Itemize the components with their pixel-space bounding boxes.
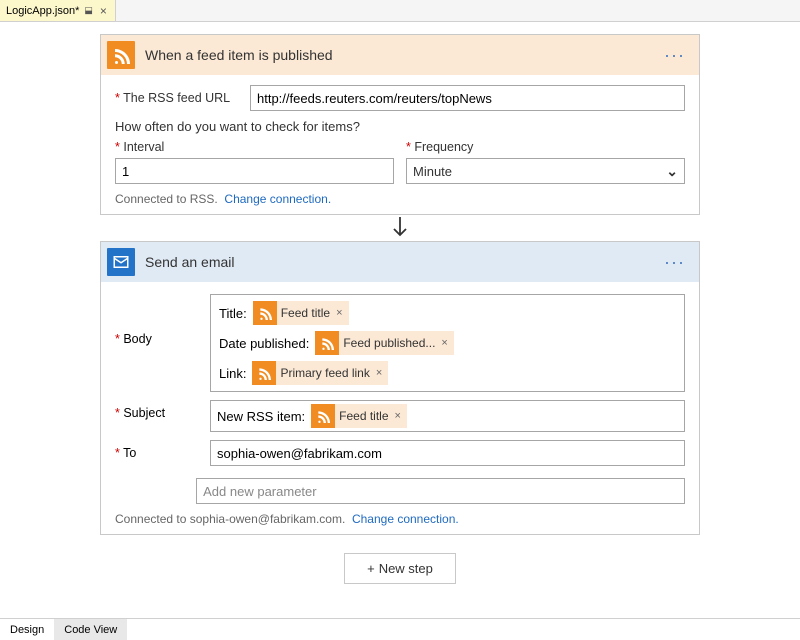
rss-icon	[107, 41, 135, 69]
trigger-header[interactable]: When a feed item is published ···	[101, 35, 699, 75]
add-parameter-select[interactable]: Add new parameter	[196, 478, 685, 504]
rss-icon	[252, 361, 276, 385]
subject-input[interactable]: New RSS item: Feed title ×	[210, 400, 685, 432]
to-input[interactable]	[210, 440, 685, 466]
trigger-change-connection-link[interactable]: Change connection.	[224, 192, 331, 206]
plus-icon: +	[367, 561, 375, 576]
tab-design[interactable]: Design	[0, 619, 54, 640]
token-feed-title-subject[interactable]: Feed title ×	[311, 404, 407, 428]
token-feed-title[interactable]: Feed title ×	[253, 301, 349, 325]
action-change-connection-link[interactable]: Change connection.	[352, 512, 459, 526]
token-remove-icon[interactable]: ×	[441, 337, 447, 349]
action-card: Send an email ··· * Body Title: Feed tit…	[100, 241, 700, 535]
body-input[interactable]: Title: Feed title × Date published: Feed…	[210, 294, 685, 392]
token-remove-icon[interactable]: ×	[376, 367, 382, 379]
designer-stage: When a feed item is published ··· * The …	[0, 22, 800, 618]
token-remove-icon[interactable]: ×	[336, 307, 342, 319]
action-title: Send an email	[145, 254, 660, 270]
body-label: * Body	[115, 294, 210, 346]
to-label: * To	[115, 440, 210, 460]
token-remove-icon[interactable]: ×	[395, 410, 401, 422]
body-link-prefix: Link:	[219, 366, 246, 381]
new-step-button[interactable]: +New step	[344, 553, 456, 584]
tab-code-view[interactable]: Code View	[54, 619, 127, 640]
frequency-label: * Frequency	[406, 140, 685, 154]
rss-icon	[315, 331, 339, 355]
frequency-select[interactable]: Minute ⌄	[406, 158, 685, 184]
frequency-value: Minute	[413, 164, 452, 179]
token-feed-published[interactable]: Feed published... ×	[315, 331, 454, 355]
trigger-card: When a feed item is published ··· * The …	[100, 34, 700, 215]
feed-url-input[interactable]	[250, 85, 685, 111]
interval-input[interactable]	[115, 158, 394, 184]
trigger-connection-status: Connected to RSS. Change connection.	[115, 192, 685, 206]
interval-label: * Interval	[115, 140, 394, 154]
outlook-icon	[107, 248, 135, 276]
trigger-title: When a feed item is published	[145, 47, 660, 63]
rss-icon	[253, 301, 277, 325]
connector-arrow	[390, 215, 410, 241]
action-connection-status: Connected to sophia-owen@fabrikam.com. C…	[115, 512, 685, 526]
subject-label: * Subject	[115, 400, 210, 420]
how-often-label: How often do you want to check for items…	[115, 119, 685, 134]
action-header[interactable]: Send an email ···	[101, 242, 699, 282]
action-menu-button[interactable]: ···	[660, 252, 689, 273]
pin-icon[interactable]: ⬓	[84, 5, 93, 16]
subject-prefix: New RSS item:	[217, 409, 305, 424]
body-date-prefix: Date published:	[219, 336, 309, 351]
file-tab[interactable]: LogicApp.json* ⬓ ×	[0, 0, 116, 21]
trigger-menu-button[interactable]: ···	[660, 45, 689, 66]
file-tab-title: LogicApp.json*	[6, 5, 79, 17]
feed-url-label: * The RSS feed URL	[115, 91, 240, 105]
token-primary-feed-link[interactable]: Primary feed link ×	[252, 361, 388, 385]
rss-icon	[311, 404, 335, 428]
body-title-prefix: Title:	[219, 306, 247, 321]
close-icon[interactable]: ×	[98, 4, 109, 18]
chevron-down-icon: ⌄	[666, 163, 678, 180]
